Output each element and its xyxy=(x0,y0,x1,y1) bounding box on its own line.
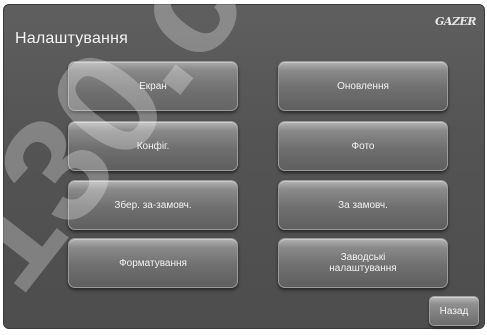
photo-button-label: Фото xyxy=(351,140,375,152)
config-button[interactable]: Конфіг. xyxy=(68,121,238,171)
screen-button[interactable]: Екран xyxy=(68,61,238,111)
factory-reset-button-label: Заводські налаштування xyxy=(329,252,396,274)
factory-label-line2: налаштування xyxy=(329,263,397,274)
photo-button[interactable]: Фото xyxy=(278,121,448,171)
settings-panel: Налаштування GAZER Екран Оновлення Конфі… xyxy=(3,4,485,329)
save-default-button-label: Збер. за-замовч. xyxy=(114,199,192,211)
default-button-label: За замовч. xyxy=(338,199,388,211)
config-button-label: Конфіг. xyxy=(136,140,170,152)
format-button[interactable]: Форматування xyxy=(68,238,238,288)
update-button[interactable]: Оновлення xyxy=(278,61,448,111)
back-button[interactable]: Назад xyxy=(429,296,479,326)
back-button-label: Назад xyxy=(439,305,469,317)
format-button-label: Форматування xyxy=(119,257,187,269)
device-screen: Налаштування GAZER Екран Оновлення Конфі… xyxy=(0,0,487,335)
brand-logo: GAZER xyxy=(435,15,476,28)
save-default-button[interactable]: Збер. за-замовч. xyxy=(68,180,238,230)
update-button-label: Оновлення xyxy=(337,80,389,92)
factory-label-line1: Заводські xyxy=(340,252,386,263)
screen-button-label: Екран xyxy=(139,80,167,92)
default-button[interactable]: За замовч. xyxy=(278,180,448,230)
page-title: Налаштування xyxy=(15,30,128,47)
factory-reset-button[interactable]: Заводські налаштування xyxy=(278,238,448,288)
